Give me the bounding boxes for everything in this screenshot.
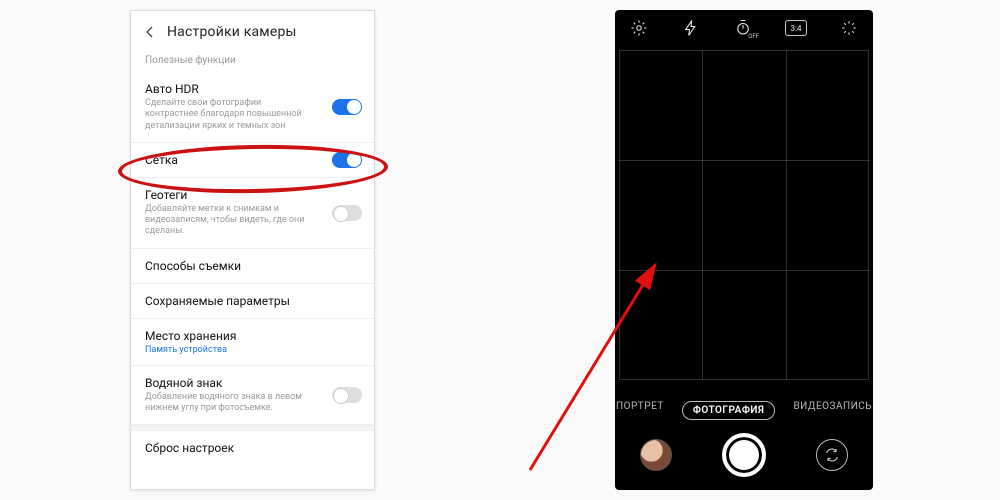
mode-video[interactable]: ВИДЕОЗАПИСЬ bbox=[793, 401, 872, 420]
camera-viewfinder-screen: OFF 3:4 ПОРТРЕТ ФОТОГРАФИЯ ВИДЕОЗАПИСЬ bbox=[615, 10, 873, 490]
row-shooting-methods[interactable]: Способы съемки bbox=[131, 249, 374, 284]
row-reset[interactable]: Сброс настроек bbox=[131, 431, 374, 465]
row-storage[interactable]: Место хранения Память устройства bbox=[131, 319, 374, 366]
toggle-grid[interactable] bbox=[332, 152, 362, 168]
timer-off-icon[interactable]: OFF bbox=[733, 18, 753, 38]
viewfinder-frame bbox=[619, 50, 869, 380]
row-title: Авто HDR bbox=[145, 82, 360, 96]
grid-line-v2 bbox=[786, 50, 787, 380]
row-title: Сохраняемые параметры bbox=[145, 294, 360, 308]
settings-header: Настройки камеры bbox=[131, 11, 374, 49]
gallery-thumbnail[interactable] bbox=[640, 439, 672, 471]
grid-line-h2 bbox=[619, 270, 869, 271]
ratio-3-4-icon[interactable]: 3:4 bbox=[785, 20, 807, 36]
settings-gear-icon[interactable] bbox=[629, 18, 649, 38]
row-desc: Добавляйте метки к снимкам и видеозапися… bbox=[145, 204, 315, 238]
mode-photo[interactable]: ФОТОГРАФИЯ bbox=[682, 401, 776, 420]
camera-top-toolbar: OFF 3:4 bbox=[615, 10, 873, 46]
toggle-geotags[interactable] bbox=[332, 205, 362, 221]
row-desc: Сделайте свои фотографии контрастнее бла… bbox=[145, 98, 315, 132]
camera-settings-screen: Настройки камеры Полезные функции Авто H… bbox=[130, 10, 375, 490]
mode-portrait[interactable]: ПОРТРЕТ bbox=[616, 401, 664, 420]
back-icon[interactable] bbox=[141, 23, 159, 41]
grid-line-h1 bbox=[619, 160, 869, 161]
section-label: Полезные функции bbox=[131, 49, 374, 72]
toggle-watermark[interactable] bbox=[332, 387, 362, 403]
flash-icon[interactable] bbox=[681, 18, 701, 38]
row-geotags[interactable]: Геотеги Добавляйте метки к снимкам и вид… bbox=[131, 178, 374, 249]
toggle-auto-hdr[interactable] bbox=[332, 99, 362, 115]
row-title: Способы съемки bbox=[145, 259, 360, 273]
row-title: Сетка bbox=[145, 153, 360, 167]
effects-icon[interactable] bbox=[839, 18, 859, 38]
row-desc: Добавление водяного знака в левом нижнем… bbox=[145, 392, 315, 415]
viewfinder[interactable] bbox=[619, 50, 869, 380]
switch-camera-button[interactable] bbox=[816, 439, 848, 471]
row-title: Сброс настроек bbox=[145, 441, 360, 455]
row-saved-params[interactable]: Сохраняемые параметры bbox=[131, 284, 374, 319]
row-auto-hdr[interactable]: Авто HDR Сделайте свои фотографии контра… bbox=[131, 72, 374, 143]
timer-off-label: OFF bbox=[748, 33, 759, 40]
row-watermark[interactable]: Водяной знак Добавление водяного знака в… bbox=[131, 366, 374, 426]
camera-mode-strip[interactable]: ПОРТРЕТ ФОТОГРАФИЯ ВИДЕОЗАПИСЬ bbox=[615, 401, 873, 420]
row-title: Водяной знак bbox=[145, 376, 360, 390]
row-title: Место хранения bbox=[145, 329, 360, 343]
settings-title: Настройки камеры bbox=[167, 24, 297, 40]
ratio-label: 3:4 bbox=[791, 24, 802, 33]
grid-line-v1 bbox=[702, 50, 703, 380]
shutter-button[interactable] bbox=[722, 433, 766, 477]
row-title: Геотеги bbox=[145, 188, 360, 202]
row-sub: Память устройства bbox=[145, 345, 360, 355]
camera-bottom-bar bbox=[615, 430, 873, 480]
row-grid[interactable]: Сетка bbox=[131, 143, 374, 178]
